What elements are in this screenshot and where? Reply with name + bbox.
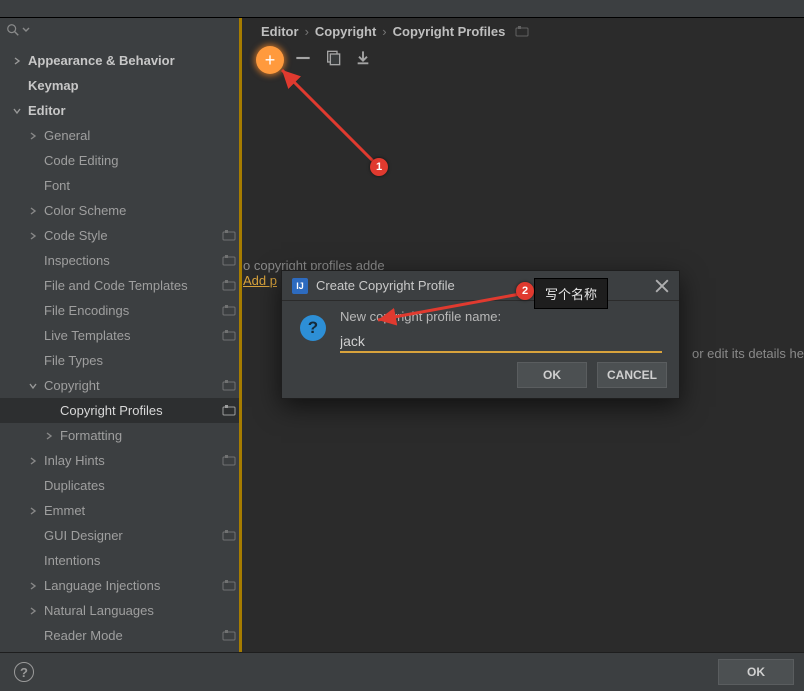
chevron-right-icon bbox=[28, 206, 38, 216]
chevron-right-icon bbox=[28, 231, 38, 241]
profile-name-input[interactable] bbox=[340, 331, 662, 351]
breadcrumb: Editor › Copyright › Copyright Profiles bbox=[243, 18, 804, 44]
settings-tree: Appearance & Behavior Keymap Editor Gene… bbox=[0, 48, 242, 648]
breadcrumb-copyright[interactable]: Copyright bbox=[315, 24, 376, 39]
ok-button[interactable]: OK bbox=[517, 362, 587, 388]
annotation-badge-2: 2 bbox=[516, 282, 534, 300]
cancel-button[interactable]: CANCEL bbox=[597, 362, 667, 388]
import-button[interactable] bbox=[355, 50, 371, 66]
chevron-right-icon bbox=[28, 506, 38, 516]
help-icon[interactable]: ? bbox=[14, 662, 34, 682]
tree-item-color-scheme[interactable]: Color Scheme bbox=[0, 198, 242, 223]
scope-icon bbox=[222, 379, 236, 393]
annotation-badge-1: 1 bbox=[370, 158, 388, 176]
breadcrumb-copyright-profiles[interactable]: Copyright Profiles bbox=[393, 24, 506, 39]
chevron-right-icon bbox=[28, 456, 38, 466]
annotation-label: 写个名称 bbox=[534, 278, 608, 309]
chevron-down-icon bbox=[28, 381, 38, 391]
tree-item-duplicates[interactable]: Duplicates bbox=[0, 473, 242, 498]
scope-icon bbox=[222, 329, 236, 343]
tree-item-intentions[interactable]: Intentions bbox=[0, 548, 242, 573]
tree-item-appearance[interactable]: Appearance & Behavior bbox=[0, 48, 242, 73]
tree-item-emmet[interactable]: Emmet bbox=[0, 498, 242, 523]
profiles-toolbar bbox=[243, 46, 804, 70]
tree-item-font[interactable]: Font bbox=[0, 173, 242, 198]
tree-item-code-editing[interactable]: Code Editing bbox=[0, 148, 242, 173]
dialog-titlebar[interactable]: IJ Create Copyright Profile bbox=[282, 271, 679, 301]
sidebar-search[interactable] bbox=[0, 18, 242, 42]
tree-item-general[interactable]: General bbox=[0, 123, 242, 148]
tree-item-editor[interactable]: Editor bbox=[0, 98, 242, 123]
settings-sidebar: Appearance & Behavior Keymap Editor Gene… bbox=[0, 18, 243, 652]
tree-item-copyright[interactable]: Copyright bbox=[0, 373, 242, 398]
chevron-right-icon bbox=[28, 581, 38, 591]
tree-item-keymap[interactable]: Keymap bbox=[0, 73, 242, 98]
add-profile-link[interactable]: Add p bbox=[243, 273, 277, 288]
scope-icon bbox=[222, 404, 236, 418]
scope-icon bbox=[222, 629, 236, 643]
tree-item-file-code-templates[interactable]: File and Code Templates bbox=[0, 273, 242, 298]
dialog-title: Create Copyright Profile bbox=[316, 278, 455, 293]
scope-icon bbox=[222, 229, 236, 243]
tree-item-file-encodings[interactable]: File Encodings bbox=[0, 298, 242, 323]
chevron-down-icon bbox=[22, 26, 30, 34]
tree-item-inspections[interactable]: Inspections bbox=[0, 248, 242, 273]
create-copyright-profile-dialog: IJ Create Copyright Profile ? New copyri… bbox=[281, 270, 680, 399]
scope-icon bbox=[515, 25, 529, 37]
chevron-right-icon bbox=[12, 56, 22, 66]
tree-item-formatting[interactable]: Formatting bbox=[0, 423, 242, 448]
chevron-right-icon: › bbox=[382, 24, 386, 39]
tree-item-gui-designer[interactable]: GUI Designer bbox=[0, 523, 242, 548]
chevron-right-icon bbox=[28, 131, 38, 141]
tree-item-code-style[interactable]: Code Style bbox=[0, 223, 242, 248]
scope-icon bbox=[222, 579, 236, 593]
plus-icon: + bbox=[265, 51, 276, 69]
scope-icon bbox=[222, 454, 236, 468]
footer-ok-button[interactable]: OK bbox=[718, 659, 794, 685]
tree-item-inlay-hints[interactable]: Inlay Hints bbox=[0, 448, 242, 473]
search-icon bbox=[6, 23, 20, 37]
tree-item-reader-mode[interactable]: Reader Mode bbox=[0, 623, 242, 648]
chevron-right-icon bbox=[44, 431, 54, 441]
tree-item-copyright-profiles[interactable]: Copyright Profiles bbox=[0, 398, 242, 423]
dialog-footer: ? OK bbox=[0, 652, 804, 691]
close-icon[interactable] bbox=[655, 279, 669, 293]
intellij-icon: IJ bbox=[292, 278, 308, 294]
chevron-down-icon bbox=[12, 106, 22, 116]
scope-icon bbox=[222, 529, 236, 543]
copy-button[interactable] bbox=[325, 50, 341, 66]
detail-hint: or edit its details he bbox=[692, 346, 804, 361]
remove-button[interactable] bbox=[295, 50, 311, 66]
scope-icon bbox=[222, 304, 236, 318]
scope-icon bbox=[222, 254, 236, 268]
add-button-highlight: + bbox=[256, 46, 284, 74]
question-icon: ? bbox=[300, 315, 326, 341]
input-underline bbox=[340, 351, 662, 353]
chevron-right-icon bbox=[28, 606, 38, 616]
chevron-right-icon: › bbox=[305, 24, 309, 39]
titlebar-stub bbox=[0, 0, 804, 18]
tree-item-language-injections[interactable]: Language Injections bbox=[0, 573, 242, 598]
sidebar-scrollbar[interactable] bbox=[239, 18, 242, 652]
profile-name-label: New copyright profile name: bbox=[340, 309, 501, 324]
breadcrumb-editor[interactable]: Editor bbox=[261, 24, 299, 39]
tree-item-live-templates[interactable]: Live Templates bbox=[0, 323, 242, 348]
tree-item-file-types[interactable]: File Types bbox=[0, 348, 242, 373]
scope-icon bbox=[222, 279, 236, 293]
tree-item-natural-languages[interactable]: Natural Languages bbox=[0, 598, 242, 623]
